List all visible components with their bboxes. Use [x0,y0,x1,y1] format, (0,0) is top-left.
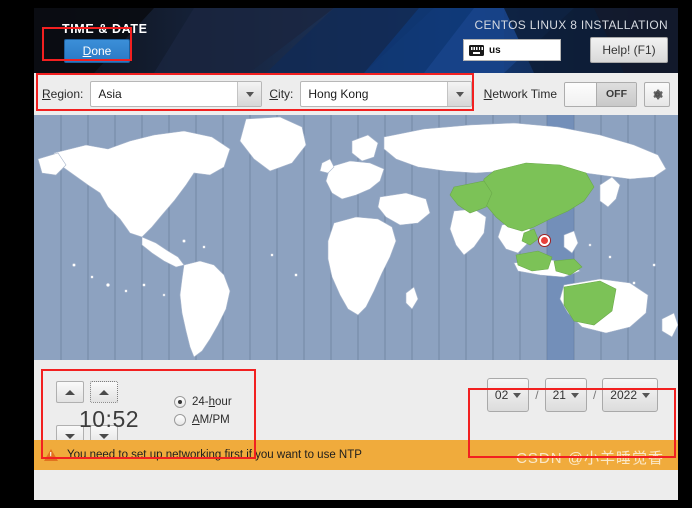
help-button-label: Help! (F1) [602,43,656,57]
radio-24-hour-label: 24-hour [192,396,232,408]
done-button-label: one [91,44,112,58]
hour-increment-button[interactable] [56,381,84,403]
region-selected-value: Asia [98,87,122,101]
installer-window: TIME & DATE CENTOS LINUX 8 INSTALLATION … [34,8,678,500]
time-format-radio-group: 24-hour AM/PM [174,396,232,426]
radio-am-pm[interactable]: AM/PM [174,414,232,426]
warning-bar: You need to set up networking first if y… [34,440,678,470]
city-dropdown-arrow [447,82,472,106]
month-value: 02 [494,388,509,402]
region-dropdown[interactable]: Asia [90,81,263,107]
product-title: CENTOS LINUX 8 INSTALLATION [474,18,668,32]
radio-am-pm-indicator [174,414,186,426]
region-dropdown-arrow [237,82,262,106]
date-separator-1: / [535,388,539,402]
date-selector-group: 02 / 21 / 2022 [486,378,658,412]
page-title: TIME & DATE [62,22,148,36]
city-dropdown[interactable]: Hong Kong [300,81,473,107]
done-button[interactable]: Done [64,39,130,63]
gear-icon [652,89,663,99]
region-label: Region: [42,87,84,101]
network-time-toggle[interactable]: OFF [564,81,637,107]
radio-am-pm-label: AM/PM [192,414,230,426]
time-date-panel: 10:52 24-hour AM/PM 02 / 21 / 2022 ! You… [34,360,678,470]
toggle-knob [565,82,596,106]
region-city-toolbar: Region: Asia City: Hong Kong Network Tim… [34,73,678,115]
warning-triangle-icon [44,449,58,461]
day-value: 21 [552,388,566,402]
city-selected-value: Hong Kong [308,87,369,101]
network-time-state: OFF [596,82,636,106]
minute-increment-button[interactable] [90,381,118,403]
location-pin-icon [539,235,550,246]
screenshot-root: TIME & DATE CENTOS LINUX 8 INSTALLATION … [0,0,692,508]
network-time-label: Network Time [483,87,557,101]
year-dropdown[interactable]: 2022 [602,378,658,412]
day-dropdown[interactable]: 21 [544,378,587,412]
window-header: TIME & DATE CENTOS LINUX 8 INSTALLATION … [34,8,678,73]
current-time-display: 10:52 [78,406,140,432]
network-time-config-button[interactable] [644,81,670,107]
keyboard-icon [469,44,484,56]
keyboard-layout-indicator[interactable]: us [463,39,561,61]
timezone-map[interactable] [34,115,678,360]
help-button[interactable]: Help! (F1) [590,37,668,63]
year-value: 2022 [610,388,637,402]
keyboard-layout-label: us [489,44,501,56]
world-map-graphic [34,115,678,360]
month-dropdown[interactable]: 02 [486,378,530,412]
radio-24-hour[interactable]: 24-hour [174,396,232,408]
warning-message: You need to set up networking first if y… [67,449,362,461]
date-separator-2: / [592,388,597,402]
radio-24-hour-indicator [174,396,186,408]
city-label: City: [269,87,294,101]
done-button-mnemonic: D [82,44,92,58]
watermark-text: CSDN @小羊睡觉香 [516,450,664,467]
network-time-group: Network Time OFF [483,81,670,107]
